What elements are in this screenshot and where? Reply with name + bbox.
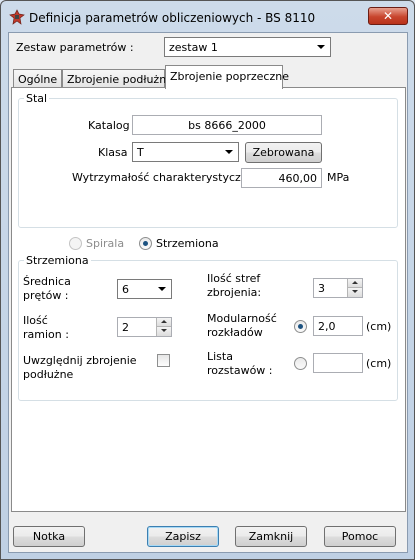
include-long-checkbox[interactable] [157,354,170,367]
steel-group-title: Stal [24,92,50,105]
modular-value: 2,0 [318,320,336,333]
stirrups-group-title: Strzemiona [24,254,91,267]
strength-label: Wytrzymałość charakterystyczna [72,171,255,184]
steel-group: Stal Katalog bs 8666_2000 Klasa T Zebrow… [18,92,398,228]
zones-stepper[interactable]: 3 [313,278,363,298]
modular-label-line1: Modularność [207,312,277,325]
modular-label-line2: rozkładów [207,326,263,339]
close-button[interactable]: Zamknij [235,526,307,547]
spin-down-icon[interactable] [347,288,362,297]
chevron-down-icon [225,150,233,154]
legs-label-line2: ramion : [23,328,69,341]
zones-label-line1: Ilość stref [207,272,261,285]
spin-up-icon[interactable] [156,318,171,327]
stirrups-group: Strzemiona Średnica prętów : 6 Ilość ram… [18,254,398,401]
dialog-window: Definicja parametrów obliczeniowych - BS… [0,0,415,560]
tab-general[interactable]: Ogólne [13,69,62,88]
param-set-label: Zestaw parametrów : [16,41,134,54]
strength-unit: MPa [327,171,350,184]
modular-field[interactable]: 2,0 [313,316,363,336]
spacing-label-line1: Lista [207,350,233,363]
legs-stepper[interactable]: 2 [117,317,172,337]
window-title: Definicja parametrów obliczeniowych - BS… [29,11,316,25]
catalog-value: bs 8666_2000 [188,119,266,132]
dialog-body: Zestaw parametrów : zestaw 1 Ogólne Zbro… [8,32,408,553]
legs-label-line1: Ilość [23,314,48,327]
spin-down-icon[interactable] [156,327,171,336]
zones-label-line2: zbrojenia: [207,286,262,299]
tab-panel-transverse: Stal Katalog bs 8666_2000 Klasa T Zebrow… [11,87,406,512]
param-set-select[interactable]: zestaw 1 [164,37,331,57]
spiral-label: Spirala [86,237,125,250]
tab-transverse-reinforcement[interactable]: Zbrojenie poprzeczne [165,65,289,89]
diameter-select[interactable]: 6 [117,279,172,299]
stirrups-radio[interactable] [139,237,152,250]
catalog-label: Katalog [88,119,130,132]
spacing-unit: (cm) [366,357,392,370]
legs-value: 2 [122,321,129,334]
diameter-value: 6 [122,283,129,296]
close-window-button[interactable]: ✕ [368,7,408,25]
app-icon [9,9,25,25]
diameter-label-line2: prętów : [23,289,69,302]
class-label: Klasa [98,146,128,159]
class-value: T [137,146,144,159]
spacing-label-line2: rozstawów : [207,364,273,377]
save-button[interactable]: Zapisz [147,526,219,547]
param-set-value: zestaw 1 [169,41,218,54]
strength-field[interactable]: 460,00 [241,168,322,188]
include-long-label-line1: Uwzględnij zbrojenie [23,354,137,367]
modular-radio[interactable] [294,320,307,333]
chevron-down-icon [317,45,325,49]
bar-type-button[interactable]: Zebrowana [245,142,322,163]
diameter-label-line1: Średnica [23,275,71,288]
title-bar[interactable]: Definicja parametrów obliczeniowych - BS… [1,1,414,33]
chevron-down-icon [158,287,166,291]
class-select[interactable]: T [132,142,239,162]
spacing-radio[interactable] [294,357,307,370]
catalog-field[interactable]: bs 8666_2000 [132,115,322,135]
spacing-field[interactable] [313,353,363,373]
spin-up-icon[interactable] [347,279,362,288]
strength-value: 460,00 [278,172,318,185]
stirrups-label: Strzemiona [156,237,219,250]
tab-longitudinal-reinforcement[interactable]: Zbrojenie podłużne [62,69,173,88]
include-long-label-line2: podłużne [23,368,74,381]
notes-button[interactable]: Notka [13,526,85,547]
help-button[interactable]: Pomoc [324,526,396,547]
zones-value: 3 [318,282,325,295]
spiral-radio[interactable] [69,237,82,250]
modular-unit: (cm) [366,320,392,333]
